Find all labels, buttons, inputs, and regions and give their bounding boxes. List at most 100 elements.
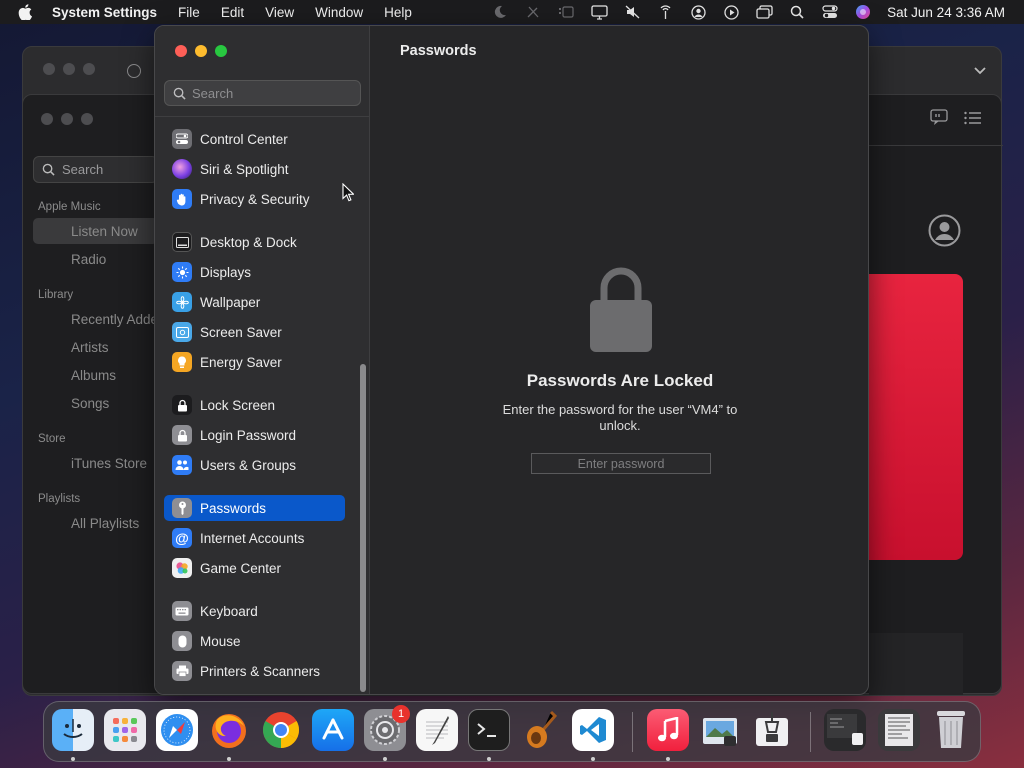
sidebar-item-label: Privacy & Security <box>200 191 310 207</box>
pane-title: Passwords <box>400 43 477 59</box>
moon-icon[interactable] <box>491 3 509 21</box>
music-item-artists[interactable]: Artists <box>71 340 109 355</box>
textedit-icon[interactable] <box>416 709 458 751</box>
menu-file[interactable]: File <box>178 5 200 20</box>
window-close-button[interactable] <box>43 63 55 75</box>
sidebar-item-label: Internet Accounts <box>200 530 305 546</box>
menu-window[interactable]: Window <box>315 5 363 20</box>
sidebar-item-siri-spotlight[interactable]: Siri & Spotlight <box>164 156 345 182</box>
preview-icon[interactable] <box>699 709 741 751</box>
siri-icon[interactable] <box>854 3 872 21</box>
music-item-recently-added[interactable]: Recently Added <box>71 312 166 327</box>
sidebar-item-internet-accounts[interactable]: @ Internet Accounts <box>164 525 345 551</box>
window-zoom-button[interactable] <box>83 63 95 75</box>
menu-help[interactable]: Help <box>384 5 412 20</box>
music-section-store: Store <box>38 433 66 445</box>
menu-app-name[interactable]: System Settings <box>52 5 157 20</box>
control-center-icon[interactable] <box>821 3 839 21</box>
sidebar-item-lock-screen[interactable]: Lock Screen <box>164 392 345 418</box>
window-minimize-button[interactable] <box>63 63 75 75</box>
trash-icon[interactable] <box>930 709 972 751</box>
stage-manager-icon[interactable] <box>557 3 575 21</box>
recent-document-icon[interactable] <box>878 709 920 751</box>
archive-utility-icon[interactable] <box>751 709 793 751</box>
chevron-down-icon[interactable] <box>973 63 987 81</box>
user-circle-icon[interactable] <box>689 3 707 21</box>
password-input[interactable] <box>531 453 711 474</box>
mute-icon[interactable] <box>623 3 641 21</box>
launchpad-icon[interactable] <box>104 709 146 751</box>
window-close-button[interactable] <box>175 45 187 57</box>
music-item-songs[interactable]: Songs <box>71 396 109 411</box>
hand-icon <box>172 189 192 209</box>
running-indicator <box>666 757 670 761</box>
windows-icon[interactable] <box>755 3 773 21</box>
quote-bubble-icon[interactable] <box>930 109 948 131</box>
apple-menu-icon[interactable] <box>18 4 36 20</box>
play-circle-icon[interactable] <box>722 3 740 21</box>
window-zoom-button[interactable] <box>215 45 227 57</box>
sidebar-item-users-groups[interactable]: Users & Groups <box>164 452 345 478</box>
keyboard-icon <box>172 601 192 621</box>
sidebar-item-desktop-dock[interactable]: Desktop & Dock <box>164 229 345 255</box>
sidebar-item-passwords[interactable]: Passwords <box>164 495 345 521</box>
flower-icon <box>172 292 192 312</box>
sidebar-item-wallpaper[interactable]: Wallpaper <box>164 289 345 315</box>
pen-slash-icon[interactable] <box>524 3 542 21</box>
sidebar-item-printers-scanners[interactable]: Printers & Scanners <box>164 658 345 684</box>
music-item-radio[interactable]: Radio <box>71 252 106 267</box>
music-item-albums[interactable]: Albums <box>71 368 116 383</box>
chrome-icon[interactable] <box>260 709 302 751</box>
lock-icon <box>172 425 192 445</box>
settings-search-field[interactable] <box>164 80 361 106</box>
antenna-icon[interactable] <box>656 3 674 21</box>
sidebar-item-label: Lock Screen <box>200 397 276 413</box>
music-section-library: Library <box>38 289 74 301</box>
music-icon[interactable] <box>647 709 689 751</box>
sidebar-item-control-center[interactable]: Control Center <box>164 126 345 152</box>
search-icon[interactable] <box>788 3 806 21</box>
sidebar-item-login-password[interactable]: Login Password <box>164 422 345 448</box>
menu-edit[interactable]: Edit <box>221 5 244 20</box>
safari-icon[interactable] <box>156 709 198 751</box>
music-section-playlists: Playlists <box>38 493 81 505</box>
sidebar-item-game-center[interactable]: Game Center <box>164 555 345 581</box>
account-icon[interactable] <box>928 214 961 252</box>
menu-view[interactable]: View <box>265 5 294 20</box>
list-icon[interactable] <box>964 111 982 130</box>
settings-sidebar: Control Center Siri & Spotlight Privacy … <box>155 26 370 694</box>
sidebar-item-label: Mouse <box>200 633 241 649</box>
sidebar-item-label: Passwords <box>200 500 267 516</box>
sidebar-item-mouse[interactable]: Mouse <box>164 628 345 654</box>
notification-badge: 1 <box>392 705 410 723</box>
firefox-icon[interactable] <box>208 709 250 751</box>
music-item-listen-now[interactable]: Listen Now <box>71 224 138 239</box>
music-item-all-playlists[interactable]: All Playlists <box>71 516 139 531</box>
terminal-icon[interactable] <box>468 709 510 751</box>
window-minimize-button[interactable] <box>195 45 207 57</box>
display-icon[interactable] <box>590 3 608 21</box>
lock-icon <box>172 395 192 415</box>
app-store-icon[interactable] <box>312 709 354 751</box>
featured-artwork-card[interactable] <box>869 274 963 560</box>
sidebar-scrollbar[interactable] <box>360 364 366 692</box>
running-indicator <box>383 757 387 761</box>
menu-clock[interactable]: Sat Jun 24 3:36 AM <box>887 5 1005 20</box>
lock-icon <box>590 263 652 358</box>
recent-document-icon[interactable] <box>824 709 866 751</box>
settings-search-input[interactable] <box>192 85 352 101</box>
system-settings-icon[interactable]: 1 <box>364 705 410 751</box>
vscode-icon[interactable] <box>572 709 614 751</box>
sidebar-item-privacy-security[interactable]: Privacy & Security <box>164 186 345 212</box>
music-item-itunes-store[interactable]: iTunes Store <box>71 456 147 471</box>
sidebar-item-energy-saver[interactable]: Energy Saver <box>164 349 345 375</box>
running-indicator <box>487 757 491 761</box>
sidebar-item-screen-saver[interactable]: Screen Saver <box>164 319 345 345</box>
search-icon <box>173 87 186 100</box>
sidebar-item-displays[interactable]: Displays <box>164 259 345 285</box>
finder-icon[interactable] <box>52 709 94 751</box>
sidebar-item-keyboard[interactable]: Keyboard <box>164 598 345 624</box>
sidebar-item-label: Keyboard <box>200 603 258 619</box>
system-settings-window[interactable]: Control Center Siri & Spotlight Privacy … <box>154 25 869 695</box>
garageband-icon[interactable] <box>520 709 562 751</box>
